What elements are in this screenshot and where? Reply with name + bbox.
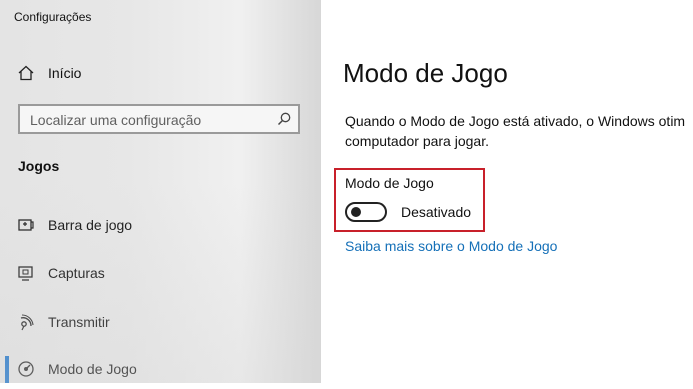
home-icon bbox=[16, 63, 36, 83]
broadcast-icon bbox=[16, 312, 36, 332]
sidebar-item-home[interactable]: Início bbox=[0, 53, 321, 93]
sidebar: Configurações Início Localizar uma confi… bbox=[0, 0, 321, 383]
description-line-1: Quando o Modo de Jogo está ativado, o Wi… bbox=[345, 113, 686, 129]
sidebar-item-label: Início bbox=[48, 65, 82, 81]
game-bar-icon bbox=[16, 215, 36, 235]
sidebar-item-game-bar[interactable]: Barra de jogo bbox=[0, 205, 321, 245]
game-mode-icon bbox=[16, 359, 36, 379]
game-mode-toggle-label: Modo de Jogo bbox=[345, 175, 434, 191]
sidebar-item-game-mode[interactable]: Modo de Jogo bbox=[0, 349, 321, 389]
sidebar-item-label: Modo de Jogo bbox=[48, 361, 137, 377]
game-mode-toggle[interactable] bbox=[345, 202, 387, 222]
sidebar-item-broadcast[interactable]: Transmitir bbox=[0, 302, 321, 342]
learn-more-link[interactable]: Saiba mais sobre o Modo de Jogo bbox=[345, 238, 557, 254]
search-placeholder: Localizar uma configuração bbox=[30, 112, 202, 128]
toggle-state-text: Desativado bbox=[401, 204, 472, 220]
toggle-knob bbox=[351, 207, 361, 217]
search-input[interactable]: Localizar uma configuração bbox=[18, 104, 300, 134]
sidebar-item-captures[interactable]: Capturas bbox=[0, 253, 321, 293]
page-title: Modo de Jogo bbox=[343, 58, 508, 88]
search-icon[interactable] bbox=[276, 111, 292, 127]
sidebar-item-label: Capturas bbox=[48, 265, 105, 281]
description-line-2: computador para jogar. bbox=[345, 133, 489, 149]
sidebar-item-label: Transmitir bbox=[48, 314, 110, 330]
section-title: Jogos bbox=[18, 158, 60, 174]
app-title: Configurações bbox=[14, 10, 92, 24]
description: Quando o Modo de Jogo está ativado, o Wi… bbox=[345, 111, 693, 151]
captures-icon bbox=[16, 263, 36, 283]
selected-indicator bbox=[5, 356, 9, 383]
sidebar-item-label: Barra de jogo bbox=[48, 217, 133, 233]
